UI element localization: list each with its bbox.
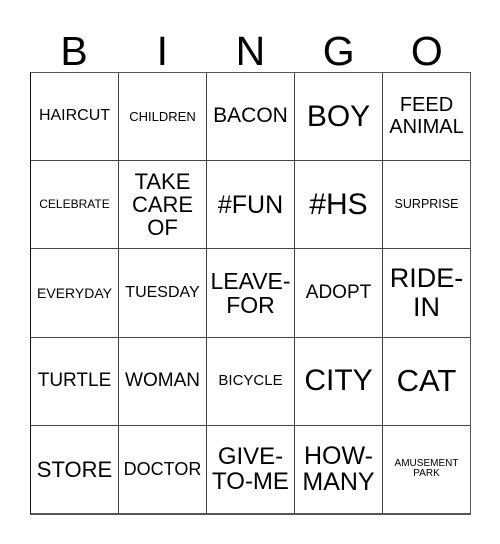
bingo-cell-label: RIDE- IN	[389, 263, 464, 322]
bingo-row: STORE DOCTOR GIVE- TO-ME HOW- MANY AMUSE…	[31, 424, 470, 514]
bingo-cell[interactable]: RIDE- IN	[382, 249, 470, 337]
header-letter-text: N	[235, 28, 266, 74]
bingo-cell-label: DOCTOR	[123, 458, 202, 479]
bingo-cell[interactable]: EVERYDAY	[31, 249, 118, 337]
bingo-card: B I N G O HAIRCUT CHILDREN BACON BOY FEE…	[0, 0, 500, 544]
bingo-cell[interactable]: LEAVE- FOR	[206, 249, 294, 337]
bingo-row: TURTLE WOMAN BICYCLE CITY CAT	[31, 336, 470, 425]
bingo-row: CELEBRATE TAKE CARE OF #FUN #HS SURPRISE	[31, 160, 470, 249]
bingo-cell-label: CAT	[396, 362, 457, 398]
bingo-cell-label: BOY	[306, 99, 371, 133]
bingo-cell[interactable]: STORE	[31, 425, 118, 514]
bingo-cell-label: HAIRCUT	[38, 107, 111, 125]
bingo-row: EVERYDAY TUESDAY LEAVE- FOR ADOPT RIDE- …	[31, 248, 470, 337]
header-letter-text: I	[156, 28, 168, 74]
bingo-cell-label: CELEBRATE	[39, 197, 110, 212]
header-letter-text: G	[322, 28, 355, 74]
bingo-cell-label: EVERYDAY	[37, 284, 112, 301]
bingo-cell-label: BACON	[213, 104, 288, 128]
header-letter-i: I	[118, 14, 206, 72]
bingo-cell[interactable]: AMUSEMENT PARK	[382, 425, 470, 514]
bingo-cell[interactable]: TURTLE	[31, 337, 118, 425]
bingo-cell-label: #HS	[309, 187, 368, 221]
bingo-cell[interactable]: ADOPT	[294, 249, 382, 337]
bingo-cell[interactable]: TAKE CARE OF	[118, 161, 206, 249]
header-letter-g: G	[295, 14, 383, 72]
bingo-cell-label: CITY	[304, 364, 373, 398]
bingo-cell-label: SURPRISE	[394, 197, 459, 212]
bingo-cell[interactable]: BACON	[206, 73, 294, 161]
bingo-cell-label: TAKE CARE OF	[131, 168, 194, 241]
header-letter-text: O	[410, 28, 443, 74]
bingo-cell-label: LEAVE- FOR	[210, 267, 291, 318]
bingo-cell[interactable]: #HS	[294, 161, 382, 249]
bingo-cell[interactable]: BICYCLE	[206, 337, 294, 425]
bingo-cell[interactable]: CHILDREN	[118, 73, 206, 161]
bingo-cell[interactable]: TUESDAY	[118, 249, 206, 337]
bingo-cell-label: TURTLE	[37, 370, 112, 392]
bingo-cell[interactable]: WOMAN	[118, 337, 206, 425]
bingo-cell[interactable]: BOY	[294, 73, 382, 161]
bingo-cell-label: TUESDAY	[125, 283, 200, 301]
bingo-row: HAIRCUT CHILDREN BACON BOY FEED ANIMAL	[31, 73, 470, 161]
header-letter-o: O	[383, 14, 471, 72]
bingo-cell-label: ADOPT	[305, 281, 372, 303]
bingo-cell[interactable]: DOCTOR	[118, 425, 206, 514]
bingo-cell-label: BICYCLE	[218, 372, 283, 390]
bingo-cell-label: AMUSEMENT PARK	[394, 457, 459, 480]
bingo-cell-label: FEED ANIMAL	[389, 94, 464, 138]
bingo-cell-label: GIVE- TO-ME	[212, 442, 289, 496]
header-letter-n: N	[206, 14, 294, 72]
bingo-cell-label: HOW- MANY	[302, 441, 375, 497]
bingo-cell[interactable]: CITY	[294, 337, 382, 425]
header-letter-b: B	[30, 14, 118, 72]
bingo-cell[interactable]: GIVE- TO-ME	[206, 425, 294, 514]
bingo-header-row: B I N G O	[30, 14, 471, 72]
bingo-cell[interactable]: SURPRISE	[382, 161, 470, 249]
bingo-cell[interactable]: HAIRCUT	[31, 73, 118, 161]
bingo-cell[interactable]: HOW- MANY	[294, 425, 382, 514]
bingo-cell-label: WOMAN	[125, 370, 200, 392]
bingo-cell-label: CHILDREN	[129, 108, 196, 124]
bingo-cell[interactable]: CELEBRATE	[31, 161, 118, 249]
bingo-cell[interactable]: FEED ANIMAL	[382, 73, 470, 161]
bingo-cell-label: STORE	[36, 456, 113, 482]
bingo-cell[interactable]: #FUN	[206, 161, 294, 249]
header-letter-text: B	[60, 28, 88, 74]
bingo-cell-label: #FUN	[217, 190, 284, 219]
bingo-grid: HAIRCUT CHILDREN BACON BOY FEED ANIMAL C…	[30, 72, 471, 515]
bingo-cell[interactable]: CAT	[382, 337, 470, 425]
